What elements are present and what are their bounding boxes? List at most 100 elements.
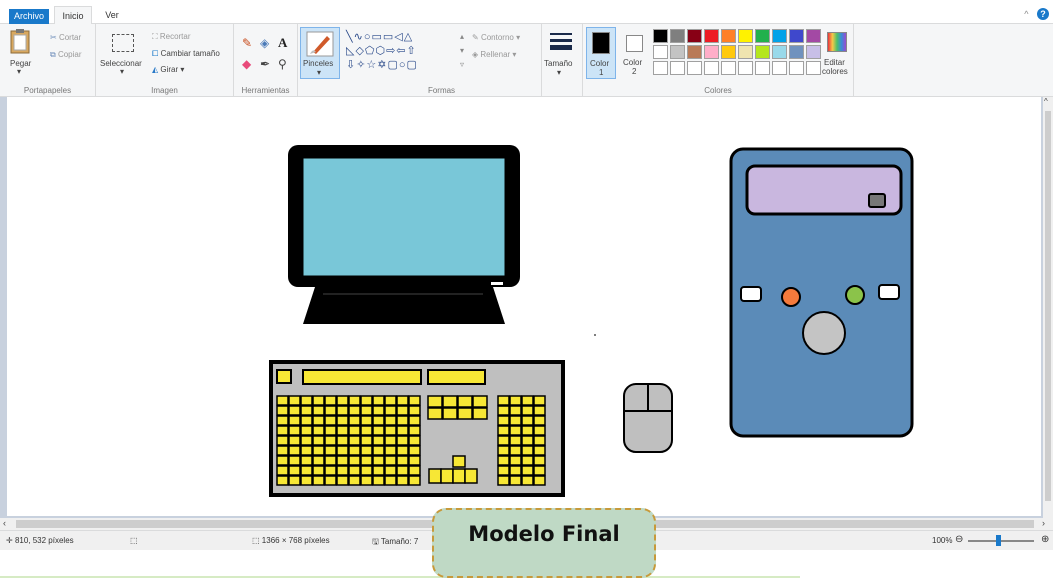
keyboard-key: [396, 455, 409, 466]
paste-button[interactable]: Pegar ▾: [8, 28, 32, 76]
tab-view[interactable]: Ver: [101, 6, 123, 24]
page-bottom: [0, 550, 800, 578]
keyboard-key: [312, 455, 325, 466]
palette-color-swatch[interactable]: [721, 61, 736, 75]
color1-number: 1: [599, 68, 604, 77]
keyboard-drawing: [269, 360, 565, 497]
palette-color-swatch[interactable]: [653, 61, 668, 75]
palette-color-swatch[interactable]: [789, 29, 804, 43]
clipboard-group: Pegar ▾ ✂ Cortar ⧉ Copiar Portapapeles: [0, 24, 96, 97]
keyboard-key: [372, 445, 385, 456]
resize-button[interactable]: ⧠ Cambiar tamaño: [152, 49, 220, 59]
color1-button[interactable]: Color 1: [586, 27, 616, 79]
ribbon-controls: ^ ?: [1024, 8, 1049, 20]
select-button[interactable]: Seleccionar ▾: [100, 28, 146, 78]
palette-color-swatch[interactable]: [772, 29, 787, 43]
keyboard-key: [472, 395, 488, 408]
help-icon[interactable]: ?: [1037, 8, 1049, 20]
image-group-label: Imagen: [151, 86, 178, 95]
fill-button[interactable]: ◈ Rellenar ▾: [472, 50, 516, 59]
chevron-down-icon: ▾: [120, 67, 125, 76]
tools-group-label: Herramientas: [241, 86, 290, 95]
palette-color-swatch[interactable]: [789, 45, 804, 59]
scroll-right-icon[interactable]: ›: [1042, 518, 1045, 528]
palette-color-swatch[interactable]: [687, 45, 702, 59]
palette-color-swatch[interactable]: [738, 29, 753, 43]
palette-color-swatch[interactable]: [772, 45, 787, 59]
keyboard-key: [509, 435, 522, 446]
keyboard-key: [372, 455, 385, 466]
zoom-in-icon[interactable]: ⊕: [1041, 534, 1049, 545]
palette-color-swatch[interactable]: [670, 29, 685, 43]
keyboard-key: [396, 415, 409, 426]
keyboard-key: [288, 405, 301, 416]
palette-color-swatch[interactable]: [670, 45, 685, 59]
pencil-icon[interactable]: ✎: [242, 36, 252, 50]
vertical-scroll-thumb[interactable]: [1045, 111, 1051, 501]
keyboard-key: [348, 465, 361, 476]
cut-button[interactable]: ✂ Cortar: [50, 33, 81, 42]
scroll-up-icon[interactable]: ^: [1044, 97, 1048, 106]
keyboard-key: [324, 475, 337, 486]
edit-colors-button[interactable]: Editar colores: [821, 27, 853, 79]
magnifier-icon[interactable]: ⚲: [278, 57, 287, 71]
vertical-scrollbar[interactable]: ^: [1043, 97, 1053, 518]
keyboard-key: [312, 465, 325, 476]
keyboard-key: [372, 435, 385, 446]
keyboard-key: [276, 475, 289, 486]
tab-file[interactable]: Archivo: [9, 9, 49, 24]
palette-color-swatch[interactable]: [704, 45, 719, 59]
palette-color-swatch[interactable]: [653, 29, 668, 43]
keyboard-key: [300, 455, 313, 466]
palette-color-swatch[interactable]: [806, 61, 821, 75]
keyboard-key: [497, 435, 510, 446]
color2-button[interactable]: Color 2: [620, 27, 650, 79]
colors-group-label: Colores: [704, 86, 732, 95]
palette-color-swatch[interactable]: [687, 29, 702, 43]
tab-home[interactable]: Inicio: [54, 6, 92, 25]
palette-color-swatch[interactable]: [653, 45, 668, 59]
keyboard-key: [360, 435, 373, 446]
scroll-left-icon[interactable]: ‹: [3, 518, 6, 528]
palette-color-swatch[interactable]: [738, 45, 753, 59]
size-button[interactable]: Tamaño ▾: [543, 27, 579, 79]
palette-color-swatch[interactable]: [721, 29, 736, 43]
zoom-out-icon[interactable]: ⊖: [955, 534, 963, 545]
palette-color-swatch[interactable]: [704, 61, 719, 75]
keyboard-key: [276, 405, 289, 416]
eraser-icon[interactable]: ◆: [242, 57, 251, 71]
selection-size-icon: ⬚: [130, 536, 138, 545]
copy-icon: ⧉: [50, 50, 56, 59]
palette-color-swatch[interactable]: [755, 45, 770, 59]
keyboard-key: [336, 395, 349, 406]
outline-button[interactable]: ✎ Contorno ▾: [472, 33, 520, 42]
text-tool-icon[interactable]: A: [278, 35, 287, 51]
palette-color-swatch[interactable]: [687, 61, 702, 75]
rotate-button[interactable]: ◭ Girar ▾: [152, 65, 184, 74]
ribbon-tabs: Archivo Inicio Ver ^ ?: [0, 0, 1053, 25]
fill-bucket-icon[interactable]: ◈: [260, 36, 269, 50]
palette-color-swatch[interactable]: [670, 61, 685, 75]
palette-color-swatch[interactable]: [755, 29, 770, 43]
keyboard-key: [360, 395, 373, 406]
crop-button[interactable]: ⛶ Recortar: [152, 32, 191, 42]
zoom-slider-track[interactable]: [968, 540, 1034, 542]
color-picker-icon[interactable]: ✒: [260, 57, 270, 71]
zoom-slider-thumb[interactable]: [996, 535, 1001, 546]
palette-color-swatch[interactable]: [738, 61, 753, 75]
palette-color-swatch[interactable]: [755, 61, 770, 75]
palette-color-swatch[interactable]: [772, 61, 787, 75]
palette-color-swatch[interactable]: [806, 45, 821, 59]
brushes-button[interactable]: Pinceles ▾: [300, 27, 340, 79]
shapes-gallery[interactable]: ╲∿○▭▭◁△ ◺◇⬠⬡⇨⇦⇧ ⇩✧☆✡▢○▢: [346, 30, 458, 74]
shapes-scroll[interactable]: ▴ ▾ ▿: [460, 30, 464, 72]
palette-color-swatch[interactable]: [704, 29, 719, 43]
collapse-ribbon-icon[interactable]: ^: [1024, 9, 1028, 19]
keyboard-key: [408, 445, 421, 456]
palette-color-swatch[interactable]: [789, 61, 804, 75]
palette-color-swatch[interactable]: [721, 45, 736, 59]
palette-color-swatch[interactable]: [806, 29, 821, 43]
drawing-canvas[interactable]: [7, 97, 1041, 516]
keyboard-key: [348, 445, 361, 456]
copy-button[interactable]: ⧉ Copiar: [50, 50, 82, 60]
